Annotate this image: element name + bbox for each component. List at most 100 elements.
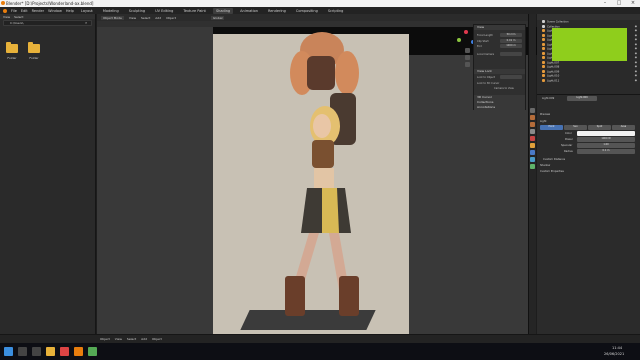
focal-length-field[interactable]: 50 mm bbox=[500, 33, 522, 37]
light-icon bbox=[542, 47, 545, 50]
collection-icon bbox=[542, 24, 545, 28]
maximize-icon[interactable]: □ bbox=[612, 0, 626, 7]
radius-field[interactable]: 0.1 m bbox=[577, 149, 635, 154]
menu-blender-icon[interactable] bbox=[3, 8, 7, 13]
windows-start-icon[interactable] bbox=[4, 347, 13, 356]
fb-nav-select[interactable]: Select bbox=[14, 15, 23, 19]
tab-modeling[interactable]: Modeling bbox=[100, 8, 122, 14]
color-field[interactable] bbox=[577, 131, 635, 136]
menu-help[interactable]: Help bbox=[66, 9, 74, 13]
section-custom-properties[interactable]: Custom Properties bbox=[540, 170, 564, 173]
app-icon[interactable] bbox=[88, 347, 97, 356]
blender-icon[interactable] bbox=[74, 347, 83, 356]
light-type-spot[interactable]: Spot bbox=[588, 125, 611, 130]
menu-render[interactable]: Render bbox=[32, 9, 44, 13]
footer-view[interactable]: View bbox=[115, 337, 122, 341]
tab-uv-editing[interactable]: UV Editing bbox=[152, 8, 176, 14]
tool-tab-icon[interactable] bbox=[530, 108, 535, 113]
character-model[interactable] bbox=[267, 28, 377, 328]
fb-nav-view[interactable]: View bbox=[3, 15, 10, 19]
footer-select[interactable]: Select bbox=[127, 337, 136, 341]
section-annotations[interactable]: Annotations bbox=[474, 105, 525, 110]
section-shadow[interactable]: Shadow bbox=[540, 164, 550, 167]
camera-to-view-checkbox[interactable]: Camera to View bbox=[494, 87, 514, 90]
3d-viewport[interactable]: Object Mode View Select Add Object Globa… bbox=[97, 14, 573, 334]
search-icon[interactable]: ⌕ bbox=[85, 20, 87, 25]
menu-window[interactable]: Window bbox=[48, 9, 62, 13]
tab-layout[interactable]: Layout bbox=[78, 8, 96, 14]
menu-add[interactable]: Add bbox=[155, 16, 161, 20]
menu-edit[interactable]: Edit bbox=[21, 9, 28, 13]
section-custom-distance[interactable]: Custom Distance bbox=[543, 158, 565, 161]
lock-3d-cursor-label: Lock to 3D Cursor bbox=[477, 82, 500, 85]
light-icon bbox=[542, 29, 545, 32]
tab-scripting[interactable]: Scripting bbox=[325, 8, 347, 14]
modifier-tab-icon[interactable] bbox=[530, 150, 535, 155]
tab-sculpting[interactable]: Sculpting bbox=[126, 8, 148, 14]
top-menu-bar: File Edit Render Window Help Layout Mode… bbox=[0, 7, 640, 14]
menu-file[interactable]: File bbox=[11, 9, 17, 13]
light-icon[interactable] bbox=[530, 164, 535, 169]
menu-select[interactable]: Select bbox=[141, 16, 150, 20]
sidebar-view-panel: View Focal Length 50 mm Clip Start 0.01 … bbox=[473, 24, 526, 110]
menu-object[interactable]: Object bbox=[166, 16, 176, 20]
folder-icon[interactable] bbox=[6, 42, 18, 53]
radius-label: Radius bbox=[564, 150, 573, 153]
eye-icon[interactable]: ◉ bbox=[635, 79, 637, 84]
zoom-icon[interactable] bbox=[465, 48, 470, 53]
output-tab-icon[interactable] bbox=[530, 122, 535, 127]
tab-animation[interactable]: Animation bbox=[237, 8, 261, 14]
view-lock-header[interactable]: View Lock bbox=[474, 69, 525, 74]
pan-icon[interactable] bbox=[465, 55, 470, 60]
browser-icon[interactable] bbox=[60, 347, 69, 356]
path-field[interactable]: C:\Users\ bbox=[3, 20, 92, 26]
object-tab-icon[interactable] bbox=[530, 143, 535, 148]
specular-field[interactable]: 1.00 bbox=[577, 143, 635, 148]
power-field[interactable]: 1000 W bbox=[577, 137, 635, 142]
tab-texture-paint[interactable]: Texture Paint bbox=[180, 8, 209, 14]
properties-tab-strip bbox=[528, 14, 536, 334]
world-tab-icon[interactable] bbox=[530, 136, 535, 141]
footer-object[interactable]: Object bbox=[100, 337, 110, 341]
outliner-row[interactable]: Light.011 ◉ bbox=[537, 78, 640, 84]
object-mode-dropdown[interactable]: Object Mode bbox=[101, 15, 124, 20]
row-label: Light.007 bbox=[547, 61, 560, 64]
light-icon bbox=[542, 69, 545, 73]
light-type-point[interactable]: Point bbox=[540, 125, 563, 130]
row-label: Light.011 bbox=[547, 79, 560, 82]
render-tab-icon[interactable] bbox=[530, 115, 535, 120]
color-label: Color bbox=[565, 132, 572, 135]
footer-add[interactable]: Add bbox=[141, 337, 147, 341]
search-icon[interactable] bbox=[18, 347, 27, 356]
scene-tab-icon[interactable] bbox=[530, 129, 535, 134]
gizmo-x-axis[interactable] bbox=[464, 30, 468, 34]
tab-shading[interactable]: Shading bbox=[212, 7, 234, 14]
physics-tab-icon[interactable] bbox=[530, 157, 535, 162]
transform-orientation[interactable]: Global bbox=[210, 15, 225, 20]
footer-object-menu[interactable]: Object bbox=[152, 337, 162, 341]
camera-icon[interactable] bbox=[465, 62, 470, 67]
section-light[interactable]: Light bbox=[540, 120, 546, 123]
collection-icon bbox=[542, 20, 545, 23]
folder-icon[interactable] bbox=[28, 42, 40, 53]
menu-view[interactable]: View bbox=[129, 16, 136, 20]
lock-to-object-field[interactable] bbox=[500, 75, 522, 79]
minimize-icon[interactable]: – bbox=[598, 0, 612, 7]
tab-rendering[interactable]: Rendering bbox=[265, 8, 289, 14]
task-view-icon[interactable] bbox=[32, 347, 41, 356]
explorer-icon[interactable] bbox=[46, 347, 55, 356]
light-icon bbox=[542, 65, 545, 68]
character-shapes bbox=[285, 32, 359, 316]
local-camera-field[interactable] bbox=[500, 52, 522, 56]
section-preview[interactable]: Preview bbox=[540, 113, 550, 116]
light-type-area[interactable]: Area bbox=[612, 125, 635, 130]
light-type-sun[interactable]: Sun bbox=[564, 125, 587, 130]
row-label: Light.009 bbox=[547, 70, 560, 73]
close-icon[interactable]: × bbox=[626, 0, 640, 7]
folder-label: Folder bbox=[7, 56, 17, 60]
light-name-field[interactable]: Light.009 bbox=[567, 96, 597, 101]
gizmo-y-axis[interactable] bbox=[457, 38, 461, 42]
clip-start-field[interactable]: 0.01 m bbox=[500, 39, 522, 43]
clip-end-field[interactable]: 1000 m bbox=[500, 44, 522, 48]
tab-compositing[interactable]: Compositing bbox=[293, 8, 321, 14]
